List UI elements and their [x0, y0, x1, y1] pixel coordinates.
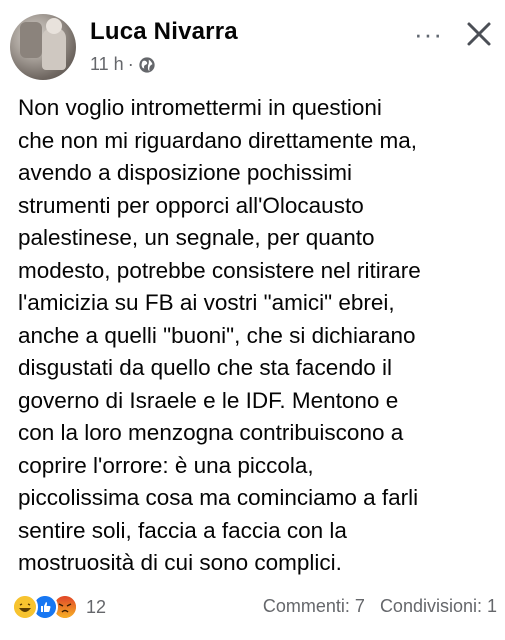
- reaction-count: 12: [86, 596, 107, 617]
- more-options-icon[interactable]: ···: [414, 21, 443, 47]
- avatar[interactable]: [10, 14, 76, 80]
- comments-link[interactable]: Commenti: 7: [263, 596, 365, 616]
- post-header: Luca Nivarra 11 h · ···: [10, 14, 495, 84]
- shares-link[interactable]: Condivisioni: 1: [380, 596, 497, 616]
- haha-reaction-icon: [12, 594, 38, 620]
- post-meta: 11 h ·: [90, 54, 156, 75]
- reactions-summary[interactable]: 12: [12, 594, 106, 620]
- close-icon[interactable]: [463, 18, 495, 50]
- globe-icon: [139, 56, 155, 73]
- author-name[interactable]: Luca Nivarra: [90, 18, 238, 46]
- post-footer: 12 Commenti: 7 Condivisioni: 1: [12, 594, 497, 624]
- meta-separator: ·: [127, 54, 134, 74]
- post-time[interactable]: 11 h: [90, 54, 124, 75]
- post-text: Non voglio intromettermi in questioni ch…: [18, 95, 421, 575]
- post-stats: Commenti: 7 Condivisioni: 1: [263, 596, 497, 617]
